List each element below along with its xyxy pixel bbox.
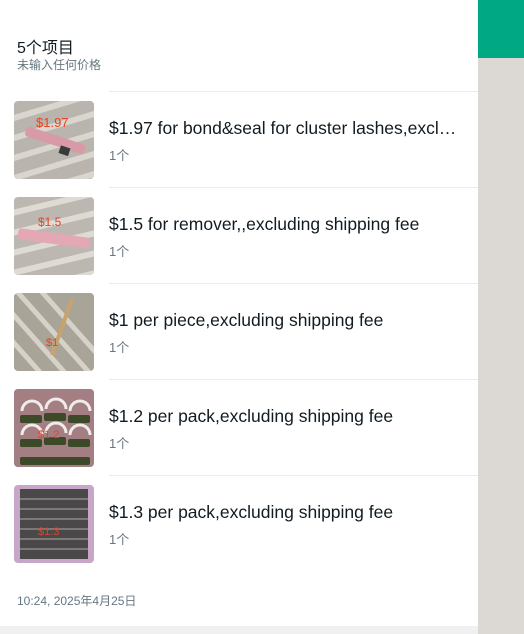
item-quantity: 1个 xyxy=(109,436,130,451)
item-title: $1.97 for bond&seal for cluster lashes,e… xyxy=(109,118,464,138)
thumbnail-price-label: $1 xyxy=(46,337,58,349)
product-thumbnail[interactable]: $1.3 xyxy=(14,485,94,563)
thumbnail-price-label: $1.5 xyxy=(38,215,62,229)
item-title: $1 per piece,excluding shipping fee xyxy=(109,310,384,330)
thumbnail-price-label: $1.97 xyxy=(36,115,69,130)
list-item[interactable]: $1.97 $1.97 for bond&seal for cluster la… xyxy=(0,91,478,187)
product-thumbnail[interactable]: $1.2 xyxy=(14,389,94,467)
item-quantity: 1个 xyxy=(109,244,130,259)
product-thumbnail[interactable]: $1 xyxy=(14,293,94,371)
background-panel xyxy=(478,0,524,634)
item-title: $1.5 for remover,,excluding shipping fee xyxy=(109,214,420,234)
product-thumbnail[interactable]: $1.97 xyxy=(14,101,94,179)
accent-header-strip xyxy=(478,0,524,58)
thumbnail-price-label: $1.2 xyxy=(38,429,59,441)
list-item[interactable]: $1 $1 per piece,excluding shipping fee 1… xyxy=(0,283,478,379)
list-subtitle: 未输入任何价格 xyxy=(17,58,102,72)
list-item[interactable]: $1.5 $1.5 for remover,,excluding shippin… xyxy=(0,187,478,283)
thumbnail-price-label: $1.3 xyxy=(38,526,59,538)
product-list: $1.97 $1.97 for bond&seal for cluster la… xyxy=(0,91,478,571)
item-quantity: 1个 xyxy=(109,532,130,547)
product-thumbnail[interactable]: $1.5 xyxy=(14,197,94,275)
item-title: $1.2 per pack,excluding shipping fee xyxy=(109,406,394,426)
list-item[interactable]: $1.2 $1.2 per pack,excluding shipping fe… xyxy=(0,379,478,475)
product-list-card: 5个项目 未输入任何价格 $1.97 $1.97 for bond&seal f… xyxy=(0,0,478,634)
item-quantity: 1个 xyxy=(109,340,130,355)
list-title: 5个项目 xyxy=(17,40,74,57)
item-title: $1.3 per pack,excluding shipping fee xyxy=(109,502,394,522)
item-quantity: 1个 xyxy=(109,148,130,163)
bottom-divider xyxy=(0,626,478,634)
list-item[interactable]: $1.3 $1.3 per pack,excluding shipping fe… xyxy=(0,475,478,571)
message-timestamp: 10:24, 2025年4月25日 xyxy=(17,594,137,608)
